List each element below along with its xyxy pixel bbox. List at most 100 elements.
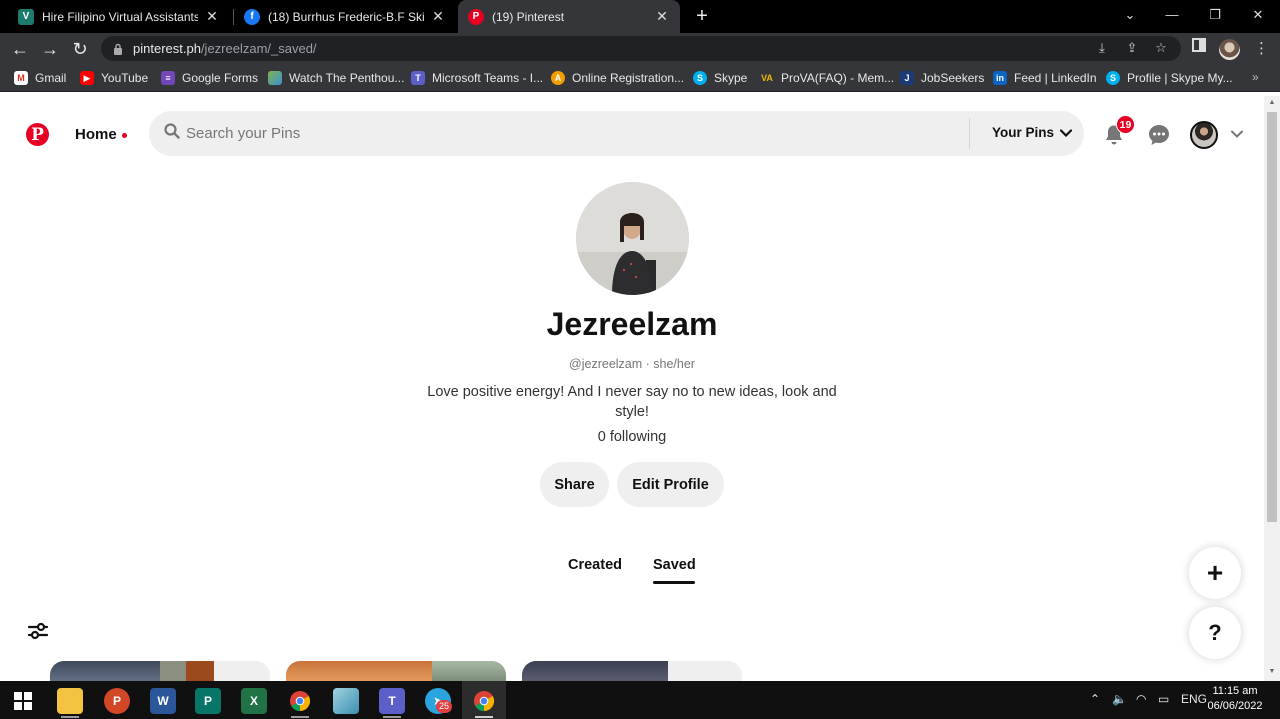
publisher-icon[interactable]: P bbox=[195, 688, 221, 714]
profile-bio: Love positive energy! And I never say no… bbox=[427, 384, 837, 420]
your-pins-dropdown[interactable]: Your Pins bbox=[992, 125, 1073, 140]
bookmark-star-icon[interactable]: ☆ bbox=[1151, 38, 1171, 58]
bookmark-jobseekers[interactable]: J JobSeekers bbox=[900, 69, 984, 87]
bookmark-prova[interactable]: VA ProVA(FAQ) - Mem... bbox=[760, 69, 894, 87]
browser-toolbar: ← → ↻ pinterest.ph/jezreelzam/_saved/ ⤓ … bbox=[0, 33, 1280, 64]
bookmark-label: YouTube bbox=[101, 71, 149, 85]
volume-icon[interactable]: 🔈 bbox=[1112, 692, 1127, 706]
back-button[interactable]: ← bbox=[7, 36, 33, 62]
close-window-button[interactable]: ✕ bbox=[1238, 0, 1278, 30]
home-link[interactable]: Home bbox=[75, 126, 117, 143]
user-avatar[interactable] bbox=[1190, 121, 1218, 149]
reload-button[interactable]: ↻ bbox=[67, 36, 93, 62]
bookmark-watch[interactable]: Watch The Penthou... bbox=[268, 69, 404, 87]
telegram-badge: 25 bbox=[436, 700, 452, 713]
linkedin-icon: in bbox=[993, 71, 1007, 85]
scroll-down-arrow-icon[interactable]: ▼ bbox=[1267, 668, 1277, 678]
scroll-up-arrow-icon[interactable]: ▲ bbox=[1267, 99, 1277, 109]
close-icon[interactable]: ✕ bbox=[430, 8, 446, 25]
install-icon[interactable]: ⤓ bbox=[1092, 38, 1112, 58]
share-icon[interactable]: ⇪ bbox=[1122, 38, 1142, 58]
gmail-icon: M bbox=[14, 71, 28, 85]
battery-icon[interactable]: ▭ bbox=[1158, 692, 1169, 706]
clock-date: 06/06/2022 bbox=[1207, 700, 1263, 712]
forward-button[interactable]: → bbox=[37, 36, 63, 62]
teams-icon: T bbox=[411, 71, 425, 85]
scrollbar-thumb[interactable] bbox=[1267, 112, 1277, 522]
filter-sliders-icon[interactable] bbox=[27, 620, 49, 642]
google-forms-icon: ≡ bbox=[161, 71, 175, 85]
chrome-profile-icon[interactable] bbox=[471, 688, 497, 714]
clock-time: 11:15 am bbox=[1212, 685, 1258, 697]
chrome-menu-icon[interactable]: ⋮ bbox=[1254, 38, 1269, 60]
notes-icon[interactable] bbox=[333, 688, 359, 714]
tab-facebook[interactable]: f (18) Burrhus Frederic-B.F Skinner ✕ bbox=[234, 0, 456, 33]
edit-profile-button[interactable]: Edit Profile bbox=[617, 462, 724, 507]
bookmark-label: JobSeekers bbox=[921, 71, 985, 85]
chevron-down-icon bbox=[1060, 128, 1073, 137]
maximize-button[interactable]: ❐ bbox=[1195, 0, 1235, 30]
close-icon[interactable]: ✕ bbox=[654, 8, 670, 25]
minimize-button[interactable]: — bbox=[1152, 0, 1192, 30]
board-card[interactable] bbox=[522, 661, 742, 681]
watch-icon bbox=[268, 71, 282, 85]
chrome-profile-avatar[interactable] bbox=[1219, 39, 1240, 60]
running-indicator bbox=[475, 716, 493, 718]
bookmarks-bar: M Gmail ▶ YouTube ≡ Google Forms Watch The … bbox=[0, 64, 1280, 92]
bookmark-gmail[interactable]: M Gmail bbox=[14, 69, 66, 87]
account-chevron-down-icon[interactable] bbox=[1229, 126, 1245, 142]
bookmark-skype-profile[interactable]: S Profile | Skype My... bbox=[1106, 69, 1233, 87]
following-count[interactable]: 0 following bbox=[0, 429, 1264, 445]
pinterest-icon: P bbox=[468, 8, 484, 25]
search-icon bbox=[164, 123, 180, 139]
file-explorer-icon[interactable] bbox=[57, 688, 83, 714]
youtube-icon: ▶ bbox=[80, 71, 94, 85]
tab-created[interactable]: Created bbox=[568, 557, 622, 573]
bookmark-label: Microsoft Teams - I... bbox=[432, 71, 544, 85]
windows-start-icon[interactable] bbox=[10, 688, 36, 714]
teams-icon[interactable]: T bbox=[379, 688, 405, 714]
tab-pinterest[interactable]: P (19) Pinterest ✕ bbox=[458, 0, 680, 33]
new-tab-button[interactable]: + bbox=[690, 4, 714, 28]
chrome-icon[interactable] bbox=[287, 688, 313, 714]
side-panel-icon[interactable] bbox=[1189, 38, 1209, 58]
bookmark-skype[interactable]: S Skype bbox=[693, 69, 747, 87]
tab-title: (19) Pinterest bbox=[492, 9, 565, 24]
help-button[interactable]: ? bbox=[1189, 607, 1241, 659]
address-bar[interactable]: pinterest.ph/jezreelzam/_saved/ bbox=[101, 36, 1181, 61]
excel-icon[interactable]: X bbox=[241, 688, 267, 714]
bookmark-online-registration[interactable]: A Online Registration... bbox=[551, 69, 684, 87]
search-bar: Your Pins bbox=[149, 111, 1084, 156]
board-card[interactable] bbox=[50, 661, 270, 681]
bookmark-linkedin[interactable]: in Feed | LinkedIn bbox=[993, 69, 1097, 87]
board-card[interactable] bbox=[286, 661, 506, 681]
tab-saved[interactable]: Saved bbox=[653, 557, 696, 573]
pinterest-logo-icon[interactable]: P bbox=[26, 123, 49, 146]
share-button[interactable]: Share bbox=[540, 462, 609, 507]
word-icon[interactable]: W bbox=[150, 688, 176, 714]
search-input[interactable] bbox=[186, 111, 956, 156]
system-clock[interactable]: 11:15 am 06/06/2022 bbox=[1200, 684, 1270, 714]
messages-icon[interactable] bbox=[1147, 123, 1171, 147]
running-indicator bbox=[291, 716, 309, 718]
tray-overflow-icon[interactable]: ⌃ bbox=[1090, 692, 1100, 706]
create-pin-button[interactable]: + bbox=[1189, 547, 1241, 599]
tab-virtual-assistants[interactable]: V Hire Filipino Virtual Assistants | F ✕ bbox=[8, 0, 230, 33]
facebook-icon: f bbox=[244, 8, 260, 25]
more-bookmarks-icon[interactable]: » bbox=[1252, 70, 1259, 84]
bookmark-google-forms[interactable]: ≡ Google Forms bbox=[161, 69, 258, 87]
url-path: /jezreelzam/_saved/ bbox=[200, 41, 317, 56]
close-icon[interactable]: ✕ bbox=[204, 8, 220, 25]
bookmark-label: Watch The Penthou... bbox=[289, 71, 405, 85]
jobseekers-icon: J bbox=[900, 71, 914, 85]
powerpoint-icon[interactable]: P bbox=[104, 688, 130, 714]
bookmark-youtube[interactable]: ▶ YouTube bbox=[80, 69, 148, 87]
running-indicator bbox=[383, 716, 401, 718]
tab-title: Hire Filipino Virtual Assistants | F bbox=[42, 9, 198, 24]
tab-search-icon[interactable]: ⌄ bbox=[1110, 0, 1150, 30]
profile-name: Jezreelzam bbox=[546, 306, 718, 342]
home-notification-dot bbox=[122, 133, 127, 138]
wifi-icon[interactable]: ◠ bbox=[1136, 692, 1146, 706]
skype-icon: S bbox=[1106, 71, 1120, 85]
bookmark-teams[interactable]: T Microsoft Teams - I... bbox=[411, 69, 543, 87]
